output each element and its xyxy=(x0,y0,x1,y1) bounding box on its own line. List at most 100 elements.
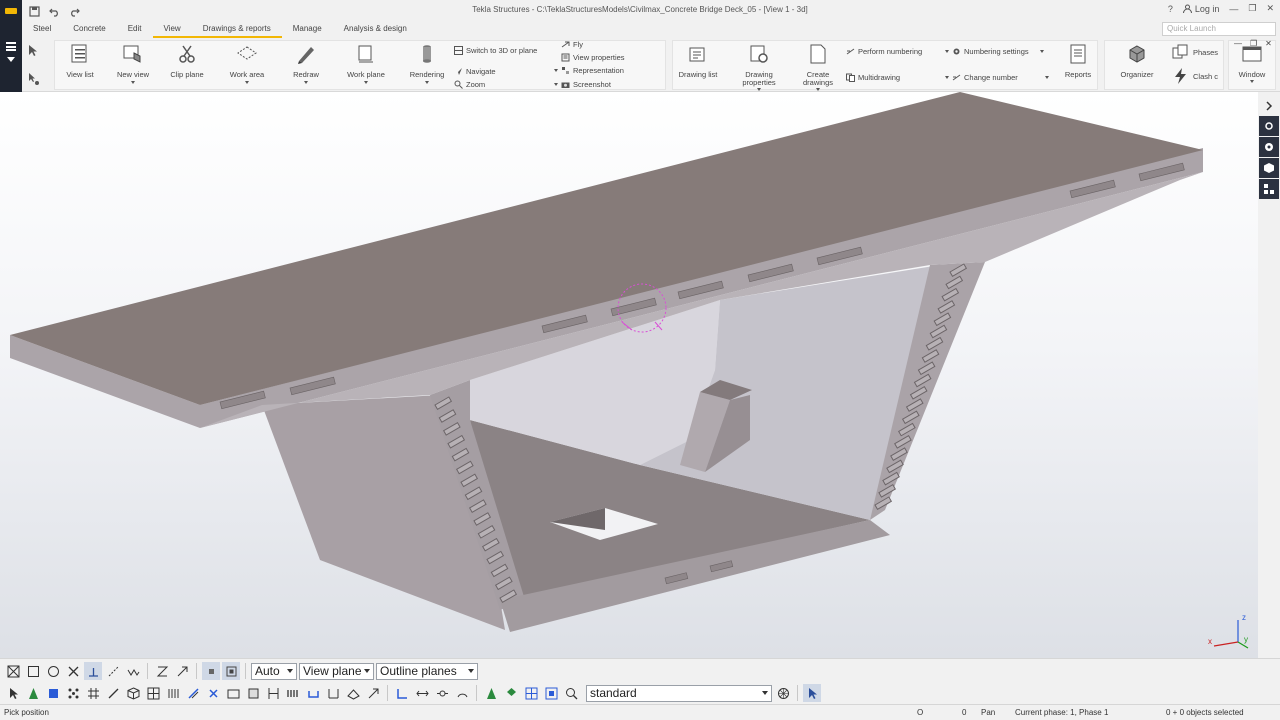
clip-plane-button[interactable]: Clip plane xyxy=(167,42,207,79)
plane-select[interactable]: View plane xyxy=(299,662,374,680)
select-filter-parts-icon[interactable] xyxy=(482,684,500,702)
change-number-button[interactable]: Change number xyxy=(945,73,1049,82)
selection-filter-options-icon[interactable] xyxy=(774,684,792,702)
snap-intersection-icon[interactable] xyxy=(64,662,82,680)
organizer-button[interactable]: Organizer xyxy=(1116,42,1158,79)
perform-numbering-button[interactable]: Perform numbering xyxy=(846,47,922,56)
select-surface-icon[interactable] xyxy=(44,684,62,702)
status-phase[interactable]: Current phase: 1, Phase 1 xyxy=(1015,708,1108,717)
minimize-button[interactable]: — xyxy=(1229,4,1238,14)
snap-reference-lines-icon[interactable] xyxy=(4,662,22,680)
snap-points-icon[interactable] xyxy=(202,662,220,680)
snap-center-icon[interactable] xyxy=(44,662,62,680)
view-close-button[interactable]: ✕ xyxy=(1265,39,1272,48)
navigate-button[interactable]: Navigate xyxy=(454,67,496,76)
select-all-icon[interactable] xyxy=(4,684,22,702)
select-parts-icon[interactable] xyxy=(24,684,42,702)
view-properties-button[interactable]: View properties xyxy=(561,53,625,62)
snap-midpoint-icon[interactable] xyxy=(153,662,171,680)
snap-override-icon[interactable] xyxy=(393,684,411,702)
clash-check-button[interactable]: Clash c xyxy=(1172,68,1218,84)
select-arrow-icon[interactable] xyxy=(26,44,40,58)
view-minimize-button[interactable]: — xyxy=(1234,39,1242,48)
fly-button[interactable]: Fly xyxy=(561,40,583,49)
side-pane-tool-3[interactable] xyxy=(1259,158,1279,178)
select-filter-grid-2-icon[interactable] xyxy=(542,684,560,702)
restore-button[interactable]: ❐ xyxy=(1248,3,1256,14)
window-button[interactable]: Window xyxy=(1234,42,1270,83)
zoom-selected-icon[interactable] xyxy=(562,684,580,702)
side-pane-tool-1[interactable] xyxy=(1259,116,1279,136)
smart-select-icon[interactable] xyxy=(803,684,821,702)
outline-planes-select[interactable]: Outline planes xyxy=(376,662,478,680)
undo-icon[interactable] xyxy=(48,5,60,17)
selection-filter-select[interactable]: standard xyxy=(586,684,772,702)
select-pour-icon[interactable] xyxy=(344,684,362,702)
select-assemblies-icon[interactable] xyxy=(124,684,142,702)
tekla-logo-icon[interactable] xyxy=(0,0,22,22)
snap-free-icon[interactable] xyxy=(173,662,191,680)
snap-nearest-icon[interactable] xyxy=(124,662,142,680)
select-lines-icon[interactable] xyxy=(104,684,122,702)
representation-button[interactable]: Representation xyxy=(554,66,624,75)
select-filter-grid-icon[interactable] xyxy=(522,684,540,702)
select-points-icon[interactable] xyxy=(64,684,82,702)
select-filter-objects-icon[interactable] xyxy=(502,684,520,702)
tab-analysis-design[interactable]: Analysis & design xyxy=(333,22,418,38)
create-drawings-button[interactable]: Create drawings xyxy=(798,42,838,91)
multidrawing-button[interactable]: Multidrawing xyxy=(846,73,900,82)
login-button[interactable]: Log in xyxy=(1182,4,1219,14)
hamburger-menu-icon[interactable] xyxy=(6,42,16,51)
side-pane-tool-2[interactable] xyxy=(1259,137,1279,157)
new-view-button[interactable]: New view xyxy=(115,42,151,84)
tab-view[interactable]: View xyxy=(152,22,192,38)
select-plane-icon[interactable] xyxy=(244,684,262,702)
select-bolts-icon[interactable] xyxy=(184,684,202,702)
snap-extension-icon[interactable] xyxy=(413,684,431,702)
drawing-properties-button[interactable]: Drawing properties xyxy=(736,42,782,91)
tab-manage[interactable]: Manage xyxy=(282,22,333,38)
save-icon[interactable] xyxy=(28,5,40,17)
tab-steel[interactable]: Steel xyxy=(22,22,62,38)
side-pane-tool-4[interactable] xyxy=(1259,179,1279,199)
rendering-button[interactable]: Rendering xyxy=(406,42,448,84)
switch-3d-button[interactable]: Switch to 3D or plane xyxy=(454,46,537,55)
chevron-down-icon[interactable] xyxy=(7,57,15,62)
tab-edit[interactable]: Edit xyxy=(117,22,153,38)
snap-arc-icon[interactable] xyxy=(453,684,471,702)
select-rebar-group-icon[interactable] xyxy=(304,684,322,702)
select-welds-icon[interactable] xyxy=(164,684,182,702)
select-rebar-icon[interactable] xyxy=(284,684,302,702)
snap-depth-select[interactable]: Auto xyxy=(251,662,297,680)
snap-geometry-lines-icon[interactable] xyxy=(24,662,42,680)
quick-launch-input[interactable]: Quick Launch xyxy=(1162,22,1276,36)
redraw-button[interactable]: Redraw xyxy=(288,42,324,84)
select-surface-treatment-icon[interactable] xyxy=(324,684,342,702)
work-area-button[interactable]: Work area xyxy=(226,42,268,84)
model-view-3d[interactable]: z x y xyxy=(0,92,1258,658)
reports-button[interactable]: Reports xyxy=(1062,42,1094,79)
view-list-button[interactable]: View list xyxy=(62,42,98,79)
expand-side-pane-button[interactable] xyxy=(1259,96,1279,116)
select-views-icon[interactable] xyxy=(224,684,242,702)
close-button[interactable]: ✕ xyxy=(1266,3,1274,14)
snap-line-extension-icon[interactable] xyxy=(104,662,122,680)
snap-along-line-icon[interactable] xyxy=(433,684,451,702)
select-components-icon[interactable] xyxy=(144,684,162,702)
phases-button[interactable]: Phases xyxy=(1172,44,1218,60)
select-grids-icon[interactable] xyxy=(84,684,102,702)
select-edge-chamfer-icon[interactable] xyxy=(364,684,382,702)
select-cuts-icon[interactable] xyxy=(204,684,222,702)
tab-drawings-reports[interactable]: Drawings & reports xyxy=(191,22,282,38)
snap-perpendicular-icon[interactable] xyxy=(84,662,102,680)
zoom-button[interactable]: Zoom xyxy=(454,80,485,89)
select-options-icon[interactable] xyxy=(26,72,40,86)
snap-end-points-icon[interactable] xyxy=(222,662,240,680)
bridge-deck-model[interactable] xyxy=(0,92,1258,658)
tab-concrete[interactable]: Concrete xyxy=(62,22,116,38)
select-reference-icon[interactable] xyxy=(264,684,282,702)
view-restore-button[interactable]: ❐ xyxy=(1250,39,1257,48)
work-plane-button[interactable]: Work plane xyxy=(344,42,388,84)
redo-icon[interactable] xyxy=(68,5,80,17)
screenshot-button[interactable]: Screenshot xyxy=(554,80,684,89)
